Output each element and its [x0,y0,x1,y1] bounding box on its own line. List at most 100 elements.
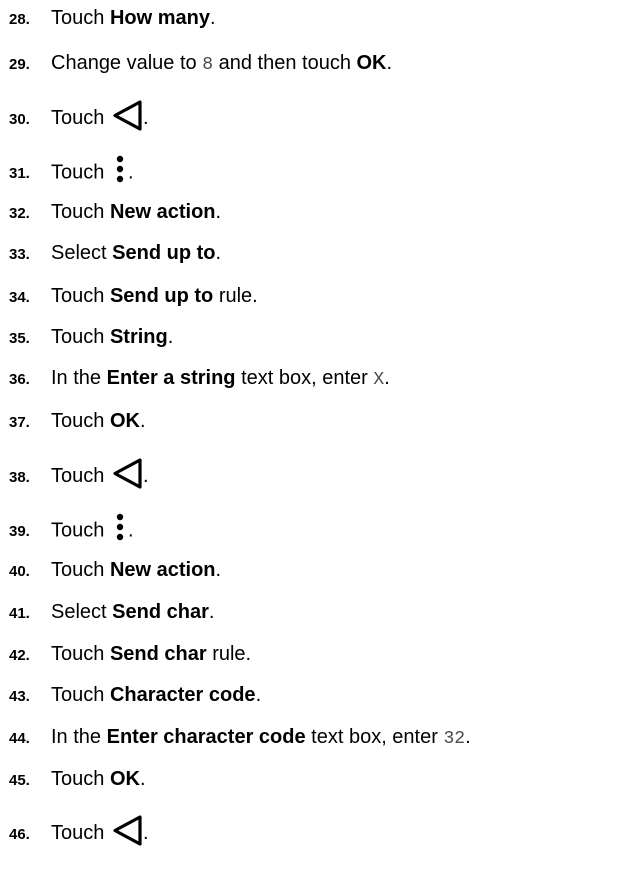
step-44: 44. In the Enter character code text box,… [9,725,471,751]
input-value: 8 [202,55,214,75]
step-text: Select [51,242,113,264]
step-text: Touch [51,7,110,29]
step-36: 36. In the Enter a string text box, enter… [9,366,390,392]
step-text-end: . [127,519,134,542]
step-text: Select [51,601,113,623]
step-number: 41. [9,605,30,622]
step-number: 39. [9,523,30,541]
step-28: 28. Touch How many. [9,6,216,32]
step-number: 40. [9,563,30,580]
step-text-end: . [215,242,222,264]
step-text-end: . [384,367,390,389]
ui-term: OK [109,410,140,432]
step-39: 39. Touch . [9,513,134,546]
step-number: 42. [9,647,30,664]
step-text-end: . [215,559,222,581]
step-number: 29. [9,56,30,73]
step-text-mid: text box, enter [305,726,444,748]
step-text-end: . [209,7,216,29]
step-text: Touch [51,410,110,432]
step-text: In the [51,726,107,748]
step-text: Touch [51,285,110,307]
step-text: Touch [51,464,110,487]
step-number: 46. [9,825,30,843]
step-45: 45. Touch OK. [9,767,146,793]
step-text-end: . [127,161,134,184]
step-number: 33. [9,246,30,263]
step-number: 45. [9,772,30,789]
step-text-end: . [142,464,149,487]
ui-term: Send char [109,643,207,665]
step-text-end: . [465,726,471,748]
ui-term: New action [109,559,216,581]
ui-term: OK [109,768,140,790]
step-text-end: . [208,601,215,623]
ui-term: Send up to [109,285,214,307]
step-number: 31. [9,165,30,183]
step-text: Touch [51,201,110,223]
step-29: 29. Change value to 8 and then touch OK. [9,51,392,77]
step-text-end: . [142,106,149,129]
step-text-end: . [167,326,174,348]
back-triangle-icon [112,815,143,846]
step-text-mid: and then touch [213,52,357,74]
step-41: 41. Select Send char. [9,600,214,626]
back-triangle-icon [112,458,143,489]
step-number: 28. [9,11,30,28]
step-text: Touch [51,559,110,581]
step-number: 34. [9,289,30,306]
step-33: 33. Select Send up to. [9,241,221,267]
ui-term: How many [109,7,210,29]
step-number: 35. [9,330,30,347]
step-number: 44. [9,730,30,747]
step-35: 35. Touch String. [9,325,173,351]
step-text-end: . [255,684,262,706]
step-31: 31. Touch . [9,155,134,188]
ui-term: New action [109,201,216,223]
step-text-mid: text box, enter [235,367,374,389]
step-number: 43. [9,688,30,705]
step-text-end: . [139,768,146,790]
step-text: Touch [51,106,110,129]
step-text: Touch [51,161,110,184]
ui-term: Character code [109,684,256,706]
step-32: 32. Touch New action. [9,200,221,226]
ui-term: Send up to [112,242,216,264]
step-text-end: rule. [213,285,258,307]
ui-term: String [109,326,168,348]
back-triangle-icon [112,100,143,131]
more-vertical-icon [114,155,126,185]
step-38: 38. Touch . [9,458,149,492]
step-text: In the [51,367,107,389]
step-number: 37. [9,414,30,431]
ui-term: Enter a string [106,367,236,389]
step-40: 40. Touch New action. [9,558,221,584]
step-text: Touch [51,684,110,706]
step-34: 34. Touch Send up to rule. [9,284,258,310]
step-number: 38. [9,468,30,486]
step-text-end: rule. [206,643,252,665]
input-value: X [373,370,385,390]
step-text-end: . [142,821,149,844]
input-value: 32 [443,729,466,749]
step-number: 36. [9,371,30,388]
step-number: 30. [9,110,30,128]
ui-term: OK [356,52,387,74]
ui-term: Send char [112,601,209,623]
step-37: 37. Touch OK. [9,409,146,435]
step-42: 42. Touch Send char rule. [9,642,251,668]
step-number: 32. [9,205,30,222]
step-text: Touch [51,519,110,542]
step-text: Touch [51,326,110,348]
step-text-end: . [139,410,146,432]
step-text-end: . [386,52,393,74]
step-text: Change value to [51,52,203,74]
step-text: Touch [51,768,110,790]
ui-term: Enter character code [106,726,306,748]
step-text-end: . [215,201,222,223]
step-30: 30. Touch . [9,100,149,134]
step-text: Touch [51,643,110,665]
step-text: Touch [51,821,110,844]
step-46: 46. Touch . [9,815,149,849]
step-43: 43. Touch Character code. [9,683,261,709]
